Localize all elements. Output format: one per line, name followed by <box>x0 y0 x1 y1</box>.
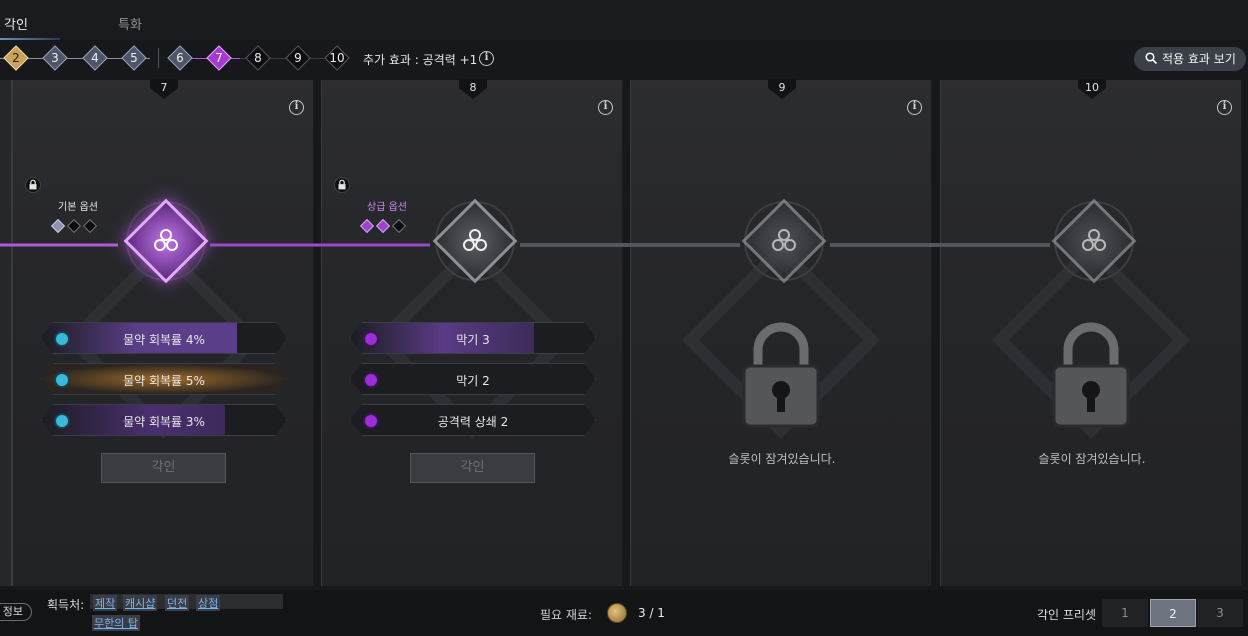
level-number: 7 <box>215 51 223 65</box>
extra-effect-text: 추가 효과 : 공격력 +1 <box>363 53 478 67</box>
active-tab-indicator <box>0 38 60 40</box>
level-node-4[interactable]: 4 <box>82 45 108 71</box>
acquire-label: 획득처: <box>47 598 85 612</box>
acquire-link-cashshop[interactable]: 캐시샵 <box>123 595 158 611</box>
slot-number: 7 <box>160 81 168 94</box>
acquire-link-craft[interactable]: 제작 <box>93 595 118 611</box>
level-node-5[interactable]: 5 <box>121 45 147 71</box>
view-effects-button[interactable]: 적용 효과 보기 <box>1134 47 1246 71</box>
level-number: 3 <box>51 51 59 65</box>
info-tab-button[interactable]: 정보 <box>0 603 32 621</box>
previous-panel-edge <box>0 80 12 586</box>
engrave-slot-9: 9 i 슬롯이 잠겨있습니다. <box>630 79 932 586</box>
preset-button-1[interactable]: 1 <box>1102 599 1148 627</box>
extra-effect-info-icon[interactable]: i <box>479 51 494 66</box>
gem-icon <box>82 218 98 234</box>
preset-label: 각인 프리셋 <box>1037 608 1097 622</box>
level-node-2[interactable]: 2 <box>3 45 29 71</box>
level-node-6[interactable]: 6 <box>167 45 193 71</box>
preset-button-3[interactable]: 3 <box>1197 599 1243 627</box>
slot-info-icon[interactable]: i <box>907 100 922 115</box>
option-row[interactable]: 막기 3 <box>350 322 596 354</box>
option-text: 물약 회복률 5% <box>123 374 205 388</box>
option-text: 물약 회복률 4% <box>123 333 205 347</box>
gem-icon <box>359 218 375 234</box>
preset-button-2[interactable]: 2 <box>1150 599 1196 627</box>
acquire-link-dungeon[interactable]: 던전 <box>165 595 190 611</box>
option-row[interactable]: 막기 2 <box>350 363 596 395</box>
engrave-slot-8: 8 i 상급 옵션 막기 3 막기 2 공격력 상쇄 2 각인 <box>321 79 623 586</box>
gem-icon <box>391 218 407 234</box>
level-node-10[interactable]: 10 <box>324 45 350 71</box>
option-row[interactable]: 물약 회복률 3% <box>41 404 287 436</box>
level-number: 2 <box>12 51 20 65</box>
level-number: 10 <box>329 51 345 65</box>
engrave-button[interactable]: 각인 <box>410 453 535 483</box>
level-number: 6 <box>176 51 184 65</box>
level-node-8[interactable]: 8 <box>245 45 271 71</box>
level-number: 8 <box>254 51 262 65</box>
gem-icon <box>66 218 82 234</box>
option-text: 막기 2 <box>456 374 490 388</box>
acquire-link-shop[interactable]: 상점 <box>196 595 221 611</box>
padlock-icon <box>1052 322 1130 428</box>
gem-icon <box>375 218 391 234</box>
search-icon <box>1145 52 1157 64</box>
tab-special[interactable]: 특화 <box>118 14 142 33</box>
material-count: 3 / 1 <box>638 606 665 620</box>
tab-engrave[interactable]: 각인 <box>4 14 28 33</box>
engrave-button[interactable]: 각인 <box>101 453 226 483</box>
slot-connector-line <box>0 243 1050 247</box>
padlock-icon <box>742 322 820 428</box>
slot-number: 10 <box>1085 81 1099 94</box>
acquire-link-infinite-tower[interactable]: 무한의 탑 <box>92 615 140 631</box>
material-coin-icon <box>607 603 627 623</box>
view-effects-label: 적용 효과 보기 <box>1162 52 1236 66</box>
option-row[interactable]: 공격력 상쇄 2 <box>350 404 596 436</box>
option-row[interactable]: 물약 회복률 4% <box>41 322 287 354</box>
level-number: 4 <box>91 51 99 65</box>
level-separator <box>158 48 159 68</box>
level-node-7[interactable]: 7 <box>206 45 232 71</box>
option-row[interactable]: 물약 회복률 5% <box>41 363 287 395</box>
engrave-slot-10: 10 i 슬롯이 잠겨있습니다. <box>940 79 1242 586</box>
level-node-3[interactable]: 3 <box>42 45 68 71</box>
engrave-slot-7: 7 i 기본 옵션 물약 회복률 4% 물약 회복률 5% 물약 회복률 3% … <box>12 79 314 586</box>
locked-slot-message: 슬롯이 잠겨있습니다. <box>728 452 836 466</box>
option-text: 물약 회복률 3% <box>123 415 205 429</box>
slot-number: 9 <box>778 81 786 94</box>
required-material-label: 필요 재료: <box>540 608 593 622</box>
slot-number: 8 <box>469 81 477 94</box>
slot-info-icon[interactable]: i <box>1217 100 1232 115</box>
grade-gems <box>359 216 410 234</box>
slot-info-icon[interactable]: i <box>289 100 304 115</box>
level-number: 5 <box>130 51 138 65</box>
lock-icon[interactable] <box>25 177 41 193</box>
level-node-9[interactable]: 9 <box>285 45 311 71</box>
gem-icon <box>50 218 66 234</box>
option-grade-label: 상급 옵션 <box>367 202 407 213</box>
top-bar <box>0 0 1248 40</box>
option-text: 막기 3 <box>456 333 490 347</box>
slot-info-icon[interactable]: i <box>598 100 613 115</box>
lock-icon[interactable] <box>334 177 350 193</box>
option-text: 공격력 상쇄 2 <box>437 415 509 429</box>
option-grade-label: 기본 옵션 <box>58 202 98 213</box>
grade-gems <box>50 216 101 234</box>
level-number: 9 <box>294 51 302 65</box>
locked-slot-message: 슬롯이 잠겨있습니다. <box>1038 452 1146 466</box>
